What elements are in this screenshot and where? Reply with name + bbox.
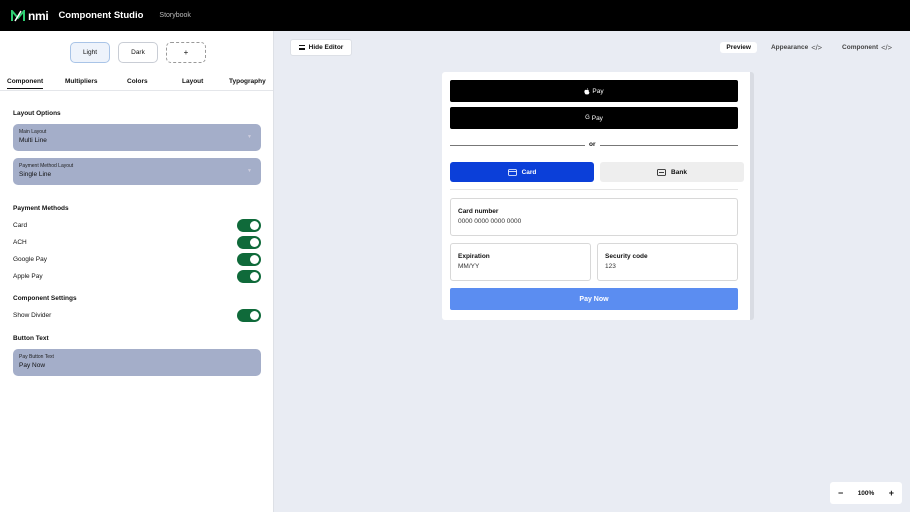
toggle-knob: [250, 238, 259, 247]
toggle-row-apple-pay: Apple Pay: [13, 270, 261, 284]
security-code-field[interactable]: Security code 123: [597, 243, 738, 281]
card-number-label: Card number: [458, 208, 499, 215]
card-toggle[interactable]: [237, 219, 261, 232]
apple-pay-button[interactable]: Pay: [450, 80, 738, 102]
tab-preview-label: Preview: [726, 44, 751, 51]
zoom-level: 100%: [857, 489, 875, 497]
tab-component[interactable]: Component: [7, 78, 44, 89]
component-settings-title: Component Settings: [13, 295, 77, 302]
expiration-field[interactable]: Expiration MM/YY: [450, 243, 591, 281]
tab-preview[interactable]: Preview: [720, 42, 757, 53]
tab-appearance[interactable]: Appearance </>: [765, 41, 828, 54]
expiration-label: Expiration: [458, 253, 490, 260]
code-icon: </>: [811, 43, 823, 52]
tab-typography[interactable]: Typography: [229, 78, 266, 85]
chevron-down-icon: ▼: [247, 168, 252, 174]
toggle-knob: [250, 272, 259, 281]
zoom-in-button[interactable]: +: [889, 488, 894, 498]
or-separator: or: [585, 141, 600, 148]
google-pay-toggle[interactable]: [237, 253, 261, 266]
bank-method-button[interactable]: Bank: [600, 162, 744, 182]
apple-icon: [584, 87, 590, 95]
payment-methods-title: Payment Methods: [13, 205, 69, 212]
toggle-knob: [250, 221, 259, 230]
google-pay-button[interactable]: G Pay: [450, 107, 738, 129]
editor-tabs: Component Multipliers Colors Layout Typo…: [0, 75, 273, 91]
top-bar: nmi Component Studio Storybook: [0, 0, 910, 31]
payment-method-layout-label: Payment Method Layout: [19, 163, 74, 169]
tab-layout[interactable]: Layout: [182, 78, 203, 85]
tab-multipliers[interactable]: Multipliers: [65, 78, 98, 85]
nmi-logo-icon: [11, 9, 25, 21]
toggle-label: Apple Pay: [13, 273, 43, 280]
layout-options-title: Layout Options: [13, 110, 61, 117]
toggle-label: Google Pay: [13, 256, 47, 263]
add-theme-button[interactable]: +: [166, 42, 206, 63]
card-number-field[interactable]: Card number 0000 0000 0000 0000: [450, 198, 738, 236]
google-g-icon: G: [585, 115, 590, 121]
card-method-button[interactable]: Card: [450, 162, 594, 182]
main-layout-label: Main Layout: [19, 129, 47, 135]
payment-method-layout-value: Single Line: [19, 171, 52, 178]
main-layout-value: Multi Line: [19, 137, 47, 144]
expiration-value: MM/YY: [458, 263, 480, 270]
theme-switcher: Light Dark +: [70, 42, 206, 63]
zoom-control: − 100% +: [830, 482, 902, 504]
tab-appearance-label: Appearance: [770, 44, 809, 51]
security-code-value: 123: [605, 263, 616, 270]
methods-underline: [450, 189, 738, 190]
chevron-down-icon: ▼: [247, 134, 252, 140]
main-layout-select[interactable]: Main Layout Multi Line ▼: [13, 124, 261, 151]
toggle-label: Show Divider: [13, 312, 52, 319]
pay-button-text-label: Pay Button Text: [19, 354, 54, 360]
apple-pay-label: Pay: [592, 87, 604, 95]
editor-panel: Light Dark + Component Multipliers Color…: [0, 31, 274, 512]
code-icon: </>: [881, 43, 892, 52]
theme-dark-button[interactable]: Dark: [118, 42, 158, 63]
credit-card-icon: [507, 168, 517, 176]
menu-icon: [298, 45, 305, 50]
apple-pay-toggle[interactable]: [237, 270, 261, 283]
toggle-label: ACH: [13, 239, 27, 246]
show-divider-toggle[interactable]: [237, 309, 261, 322]
bank-icon: [657, 168, 666, 176]
bank-method-label: Bank: [671, 168, 687, 176]
pay-button-text-input[interactable]: Pay Button Text Pay Now: [13, 349, 261, 376]
toggle-row-show-divider: Show Divider: [13, 309, 261, 323]
logo-text: nmi: [28, 8, 49, 23]
payment-method-layout-select[interactable]: Payment Method Layout Single Line ▼: [13, 158, 261, 185]
toggle-row-ach: ACH: [13, 236, 261, 250]
card-number-value: 0000 0000 0000 0000: [458, 218, 522, 225]
tab-colors[interactable]: Colors: [127, 78, 148, 85]
pay-now-button[interactable]: Pay Now: [450, 288, 738, 310]
theme-light-button[interactable]: Light: [70, 42, 110, 63]
tab-component-label: Component: [842, 44, 879, 51]
view-tabs: Preview Appearance </> Component </>: [720, 41, 898, 54]
payment-preview: Pay G Pay or Card Bank Card number 0000 …: [442, 72, 754, 320]
card-method-label: Card: [521, 168, 537, 176]
app-title: Component Studio: [58, 10, 144, 21]
pay-button-text-value: Pay Now: [19, 362, 46, 369]
toggle-label: Card: [13, 222, 28, 229]
button-text-title: Button Text: [13, 335, 49, 342]
toggle-knob: [250, 255, 259, 264]
hide-editor-button[interactable]: Hide Editor: [290, 39, 352, 56]
toggle-knob: [250, 311, 259, 320]
hide-editor-label: Hide Editor: [308, 44, 344, 51]
toggle-row-google-pay: Google Pay: [13, 253, 261, 267]
tab-component-code[interactable]: Component </>: [836, 41, 898, 54]
nmi-logo[interactable]: nmi: [11, 8, 49, 23]
storybook-link[interactable]: Storybook: [159, 12, 191, 19]
google-pay-label: Pay: [591, 114, 603, 122]
zoom-out-button[interactable]: −: [838, 488, 843, 498]
ach-toggle[interactable]: [237, 236, 261, 249]
preview-area: Hide Editor Preview Appearance </> Compo…: [274, 31, 910, 512]
toggle-row-card: Card: [13, 219, 261, 233]
security-code-label: Security code: [605, 253, 648, 260]
